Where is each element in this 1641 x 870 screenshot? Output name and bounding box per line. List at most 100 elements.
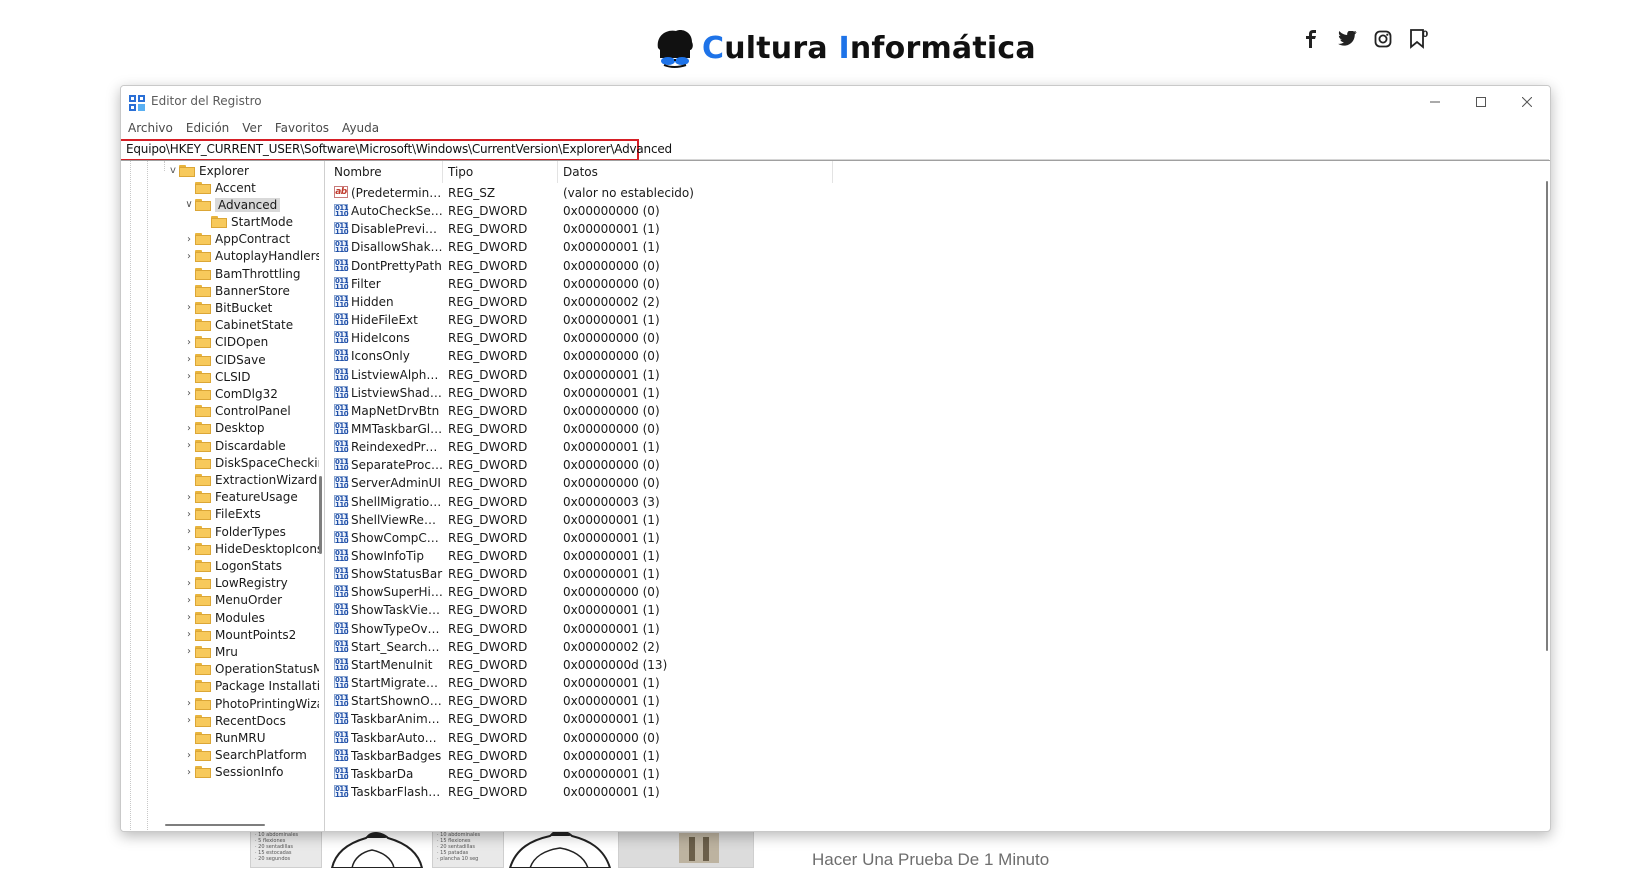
value-row[interactable]: 011 110TaskbarAnimati... REG_DWORD 0x00000… — [329, 709, 1547, 727]
title-bar[interactable]: Editor del Registro — [121, 86, 1550, 118]
column-header-datos[interactable]: Datos — [563, 165, 598, 179]
values-list[interactable]: Nombre Tipo Datos ab(Predeterminado) REG_… — [329, 161, 1547, 831]
tree-item[interactable]: › Desktop — [183, 420, 265, 437]
value-row[interactable]: 011 110 ListviewShadow REG_DWORD 0x00000001… — [329, 383, 1547, 401]
maximize-button[interactable] — [1458, 86, 1504, 118]
value-row[interactable]: 011 110 DisallowShaking REG_DWORD 0x0000000… — [329, 237, 1547, 255]
tree-horizontal-scroll-thumb[interactable] — [165, 824, 265, 826]
chevron-down-icon[interactable]: v — [167, 165, 179, 176]
value-row[interactable]: 011 110 ReindexedProfile REG_DWORD 0x000000… — [329, 437, 1547, 455]
value-row[interactable]: 011 110ListviewAlphaSe... REG_DWORD 0x0000… — [329, 365, 1547, 383]
tree-item[interactable]: › HideDesktopIcons — [183, 540, 319, 557]
tree-item[interactable]: › FeatureUsage — [183, 489, 298, 506]
chevron-right-icon[interactable]: › — [183, 509, 195, 520]
chevron-right-icon[interactable]: › — [183, 354, 195, 365]
value-row[interactable]: 011 110 DontPrettyPath REG_DWORD 0x00000000… — [329, 256, 1547, 274]
value-row[interactable]: 011 110StartMigratedBr... REG_DWORD 0x0000… — [329, 673, 1547, 691]
tree-item[interactable]: LogonStats — [183, 557, 282, 574]
value-row[interactable]: 011 110 HideIcons REG_DWORD 0x00000000 (0) — [329, 328, 1547, 346]
chevron-right-icon[interactable]: › — [183, 595, 195, 606]
tree-item[interactable]: › CIDOpen — [183, 334, 268, 351]
close-button[interactable] — [1504, 86, 1550, 118]
chevron-right-icon[interactable]: › — [183, 251, 195, 262]
value-row[interactable]: 011 110TaskbarAutoHid... REG_DWORD 0x00000… — [329, 728, 1547, 746]
value-row[interactable]: 011 110 HideFileExt REG_DWORD 0x00000001 (1… — [329, 310, 1547, 328]
promo-text[interactable]: Hacer Una Prueba De 1 Minuto — [812, 850, 1049, 870]
tree-item[interactable]: › AppContract — [183, 231, 290, 248]
chevron-right-icon[interactable]: › — [183, 578, 195, 589]
column-divider[interactable] — [557, 161, 558, 183]
menu-ayuda[interactable]: Ayuda — [335, 118, 385, 138]
tree-item[interactable]: › MountPoints2 — [183, 626, 296, 643]
value-row[interactable]: 011 110 TaskbarBadges REG_DWORD 0x00000001 … — [329, 746, 1547, 764]
twitter-icon[interactable] — [1336, 28, 1358, 50]
address-bar[interactable]: Equipo\HKEY_CURRENT_USER\Software\Micros… — [121, 138, 1549, 161]
chevron-down-icon[interactable]: ∨ — [183, 199, 195, 210]
tree-item[interactable]: › ComDlg32 — [183, 385, 278, 402]
site-logo[interactable]: Cultura Informática — [652, 26, 1036, 70]
value-row[interactable]: ab(Predeterminado) REG_SZ (valor no establ… — [329, 183, 1547, 201]
menu-edicion[interactable]: Edición — [179, 118, 235, 138]
value-row[interactable]: 011 110Start_SearchFiles REG_DWORD 0x00000… — [329, 637, 1547, 655]
list-scrollbar[interactable] — [1544, 181, 1550, 811]
value-row[interactable]: 011 110 ShowCompColor REG_DWORD 0x00000001 … — [329, 528, 1547, 546]
bookmark-icon[interactable]: 0 — [1408, 28, 1430, 50]
chevron-right-icon[interactable]: › — [183, 302, 195, 313]
value-row[interactable]: 011 110 TaskbarFlashing REG_DWORD 0x0000000… — [329, 782, 1547, 800]
value-row[interactable]: 011 110 ShowStatusBar REG_DWORD 0x00000001 … — [329, 564, 1547, 582]
instagram-icon[interactable] — [1372, 28, 1394, 50]
tree-item[interactable]: BamThrottling — [183, 265, 301, 282]
key-tree[interactable]: v Explorer Accent ∨ Advanced StartMode › AppC… — [121, 161, 319, 831]
chevron-right-icon[interactable]: › — [183, 492, 195, 503]
value-row[interactable]: 011 110 StartMenuInit REG_DWORD 0x0000000d … — [329, 655, 1547, 673]
tree-item[interactable]: OperationStatusMessages — [183, 661, 319, 678]
column-divider[interactable] — [442, 161, 443, 183]
tree-item[interactable]: Package Installation — [183, 678, 319, 695]
tree-scrollbar[interactable] — [318, 161, 323, 831]
tree-item[interactable]: Accent — [183, 179, 256, 196]
tree-item[interactable]: › CLSID — [183, 368, 250, 385]
tree-item[interactable]: › SessionInfo — [183, 764, 284, 781]
chevron-right-icon[interactable]: › — [183, 767, 195, 778]
value-row[interactable]: 011 110 MapNetDrvBtn REG_DWORD 0x00000000 (… — [329, 401, 1547, 419]
tree-item[interactable]: StartMode — [199, 213, 293, 230]
value-row[interactable]: 011 110ShowTaskViewB... REG_DWORD 0x000000… — [329, 600, 1547, 618]
value-row[interactable]: 011 110 AutoCheckSelect REG_DWORD 0x0000000… — [329, 201, 1547, 219]
value-row[interactable]: 011 110 Filter REG_DWORD 0x00000000 (0) — [329, 274, 1547, 292]
tree-item[interactable]: ∨ Advanced — [183, 196, 281, 213]
value-row[interactable]: 011 110 IconsOnly REG_DWORD 0x00000000 (0) — [329, 346, 1547, 364]
menu-archivo[interactable]: Archivo — [121, 118, 179, 138]
menu-favoritos[interactable]: Favoritos — [268, 118, 335, 138]
chevron-right-icon[interactable]: › — [183, 646, 195, 657]
tree-item[interactable]: › FolderTypes — [183, 523, 286, 540]
list-scroll-thumb[interactable] — [1546, 181, 1548, 651]
menu-ver[interactable]: Ver — [235, 118, 268, 138]
tree-item[interactable]: › FileExts — [183, 506, 261, 523]
tree-item[interactable]: ControlPanel — [183, 403, 291, 420]
facebook-icon[interactable] — [1300, 28, 1322, 50]
value-row[interactable]: 011 110ShowSuperHidd... REG_DWORD 0x000000… — [329, 582, 1547, 600]
tree-item-explorer[interactable]: v Explorer — [167, 162, 249, 179]
tree-item[interactable]: ExtractionWizard — [183, 471, 317, 488]
value-row[interactable]: 011 110 ServerAdminUI REG_DWORD 0x00000000 … — [329, 473, 1547, 491]
address-path[interactable]: Equipo\HKEY_CURRENT_USER\Software\Micros… — [126, 142, 672, 156]
chevron-right-icon[interactable]: › — [183, 526, 195, 537]
chevron-right-icon[interactable]: › — [183, 698, 195, 709]
column-header-nombre[interactable]: Nombre — [334, 165, 382, 179]
value-row[interactable]: 011 110 Hidden REG_DWORD 0x00000002 (2) — [329, 292, 1547, 310]
value-row[interactable]: 011 110StartShownOnU... REG_DWORD 0x000000… — [329, 691, 1547, 709]
value-row[interactable]: 011 110DisablePreviewD... REG_DWORD 0x0000… — [329, 219, 1547, 237]
tree-item[interactable]: › PhotoPrintingWizard — [183, 695, 319, 712]
chevron-right-icon[interactable]: › — [183, 337, 195, 348]
value-row[interactable]: 011 110ShellMigrationL... REG_DWORD 0x0000… — [329, 492, 1547, 510]
chevron-right-icon[interactable]: › — [183, 371, 195, 382]
column-header-tipo[interactable]: Tipo — [448, 165, 473, 179]
tree-scroll-thumb[interactable] — [319, 476, 322, 554]
value-row[interactable]: 011 110 MMTaskbarGlo... REG_DWORD 0x0000000… — [329, 419, 1547, 437]
chevron-right-icon[interactable]: › — [183, 234, 195, 245]
tree-item[interactable]: CabinetState — [183, 317, 293, 334]
chevron-right-icon[interactable]: › — [183, 440, 195, 451]
value-row[interactable]: 011 110ShellViewReente... REG_DWORD 0x0000… — [329, 510, 1547, 528]
tree-item[interactable]: RunMRU — [183, 729, 265, 746]
minimize-button[interactable] — [1412, 86, 1458, 118]
